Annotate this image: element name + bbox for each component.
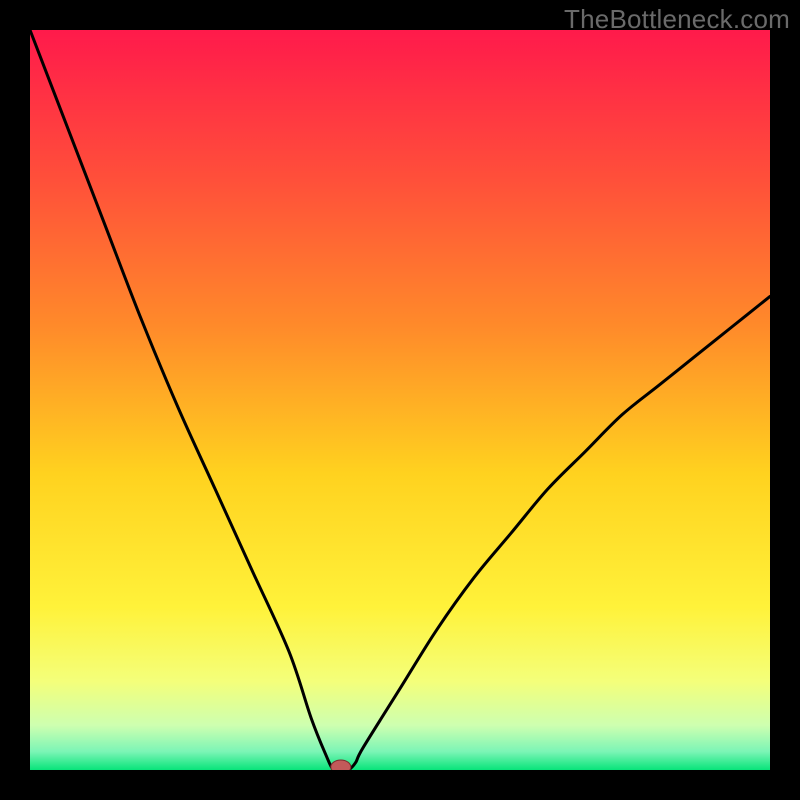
optimal-point-marker xyxy=(331,760,351,770)
gradient-background xyxy=(30,30,770,770)
plot-svg xyxy=(30,30,770,770)
chart-frame: TheBottleneck.com xyxy=(0,0,800,800)
plot-area xyxy=(30,30,770,770)
